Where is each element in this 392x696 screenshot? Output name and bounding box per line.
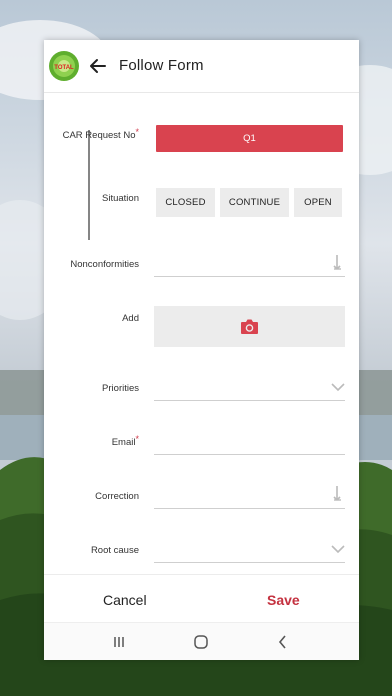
- car-request-field[interactable]: Q1: [156, 125, 343, 152]
- email-label: Email*: [44, 434, 139, 448]
- correction-label: Correction: [95, 491, 139, 502]
- app-screen: TOTAL Follow Form CAR Request No* Q1 Sit…: [44, 40, 359, 660]
- priorities-underline: [154, 400, 345, 401]
- email-underline: [154, 454, 345, 455]
- sort-arrow-icon[interactable]: [331, 254, 345, 272]
- situation-option-closed[interactable]: CLOSED: [156, 188, 215, 217]
- arrow-left-icon[interactable]: [88, 56, 108, 76]
- form-footer: Cancel Save: [44, 574, 359, 623]
- back-nav-icon[interactable]: [274, 633, 292, 651]
- situation-option-open[interactable]: OPEN: [294, 188, 342, 217]
- app-header: TOTAL Follow Form: [44, 40, 359, 93]
- save-button[interactable]: Save: [267, 592, 300, 608]
- recent-apps-icon[interactable]: [110, 633, 128, 651]
- root-cause-label: Root cause: [90, 545, 139, 556]
- car-request-label: CAR Request No*: [44, 127, 139, 141]
- situation-option-continue[interactable]: CONTINUE: [220, 188, 289, 217]
- email-label-text: Email: [111, 437, 136, 448]
- car-request-value: Q1: [243, 133, 256, 144]
- scroll-indicator: [88, 130, 90, 240]
- nonconformities-underline: [154, 276, 345, 277]
- root-cause-dropdown[interactable]: [154, 532, 345, 562]
- priorities-dropdown[interactable]: [154, 370, 345, 400]
- page-title: Follow Form: [119, 57, 204, 74]
- correction-underline: [154, 508, 345, 509]
- situation-option-label: CONTINUE: [228, 197, 281, 208]
- nonconformities-field[interactable]: [154, 246, 345, 276]
- sort-arrow-icon[interactable]: [331, 485, 345, 503]
- add-label: Add: [122, 313, 139, 324]
- system-nav-bar: [44, 622, 359, 660]
- situation-label: Situation: [102, 193, 139, 204]
- priorities-label: Priorities: [102, 383, 139, 394]
- home-icon[interactable]: [192, 633, 210, 651]
- camera-icon: [241, 319, 258, 334]
- chevron-down-icon[interactable]: [331, 378, 345, 396]
- logo-text: TOTAL: [54, 65, 74, 71]
- add-photo-button[interactable]: [154, 306, 345, 347]
- required-marker: *: [135, 434, 139, 444]
- required-marker: *: [135, 127, 139, 137]
- root-cause-underline: [154, 562, 345, 563]
- nonconformities-label: Nonconformities: [70, 259, 139, 270]
- correction-field[interactable]: [154, 478, 345, 508]
- car-request-label-text: CAR Request No: [62, 130, 136, 141]
- email-field[interactable]: [154, 425, 345, 455]
- situation-option-label: CLOSED: [165, 197, 206, 208]
- chevron-down-icon[interactable]: [331, 540, 345, 558]
- cancel-button[interactable]: Cancel: [103, 592, 147, 608]
- situation-option-label: OPEN: [304, 197, 332, 208]
- company-logo: TOTAL: [49, 51, 79, 81]
